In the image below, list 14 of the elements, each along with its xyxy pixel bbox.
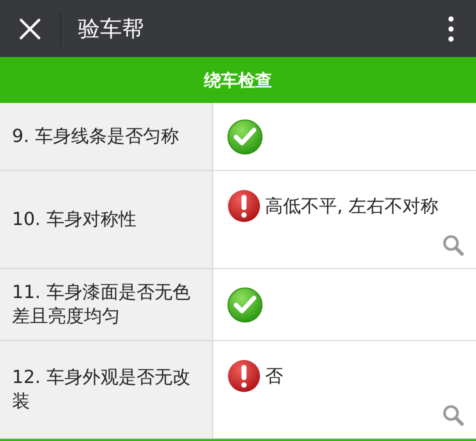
check-item-label: 10. 车身对称性 (12, 208, 136, 232)
search-icon (442, 234, 464, 256)
search-icon (442, 404, 464, 426)
check-item-label: 11. 车身漆面是否无色差且亮度均匀 (12, 280, 192, 328)
search-button[interactable] (442, 234, 464, 256)
header-title: 验车帮 (78, 16, 145, 44)
result-note: 高低不平, 左右不对称 (265, 195, 438, 218)
check-item-label: 12. 车身外观是否无改装 (12, 366, 192, 414)
check-item-label: 9. 车身线条是否匀称 (12, 124, 179, 148)
result-note: 否 (265, 365, 283, 388)
close-icon (18, 16, 42, 40)
search-button[interactable] (442, 404, 464, 426)
more-icon (447, 16, 455, 42)
section-title: 绕车检查 (204, 70, 272, 92)
